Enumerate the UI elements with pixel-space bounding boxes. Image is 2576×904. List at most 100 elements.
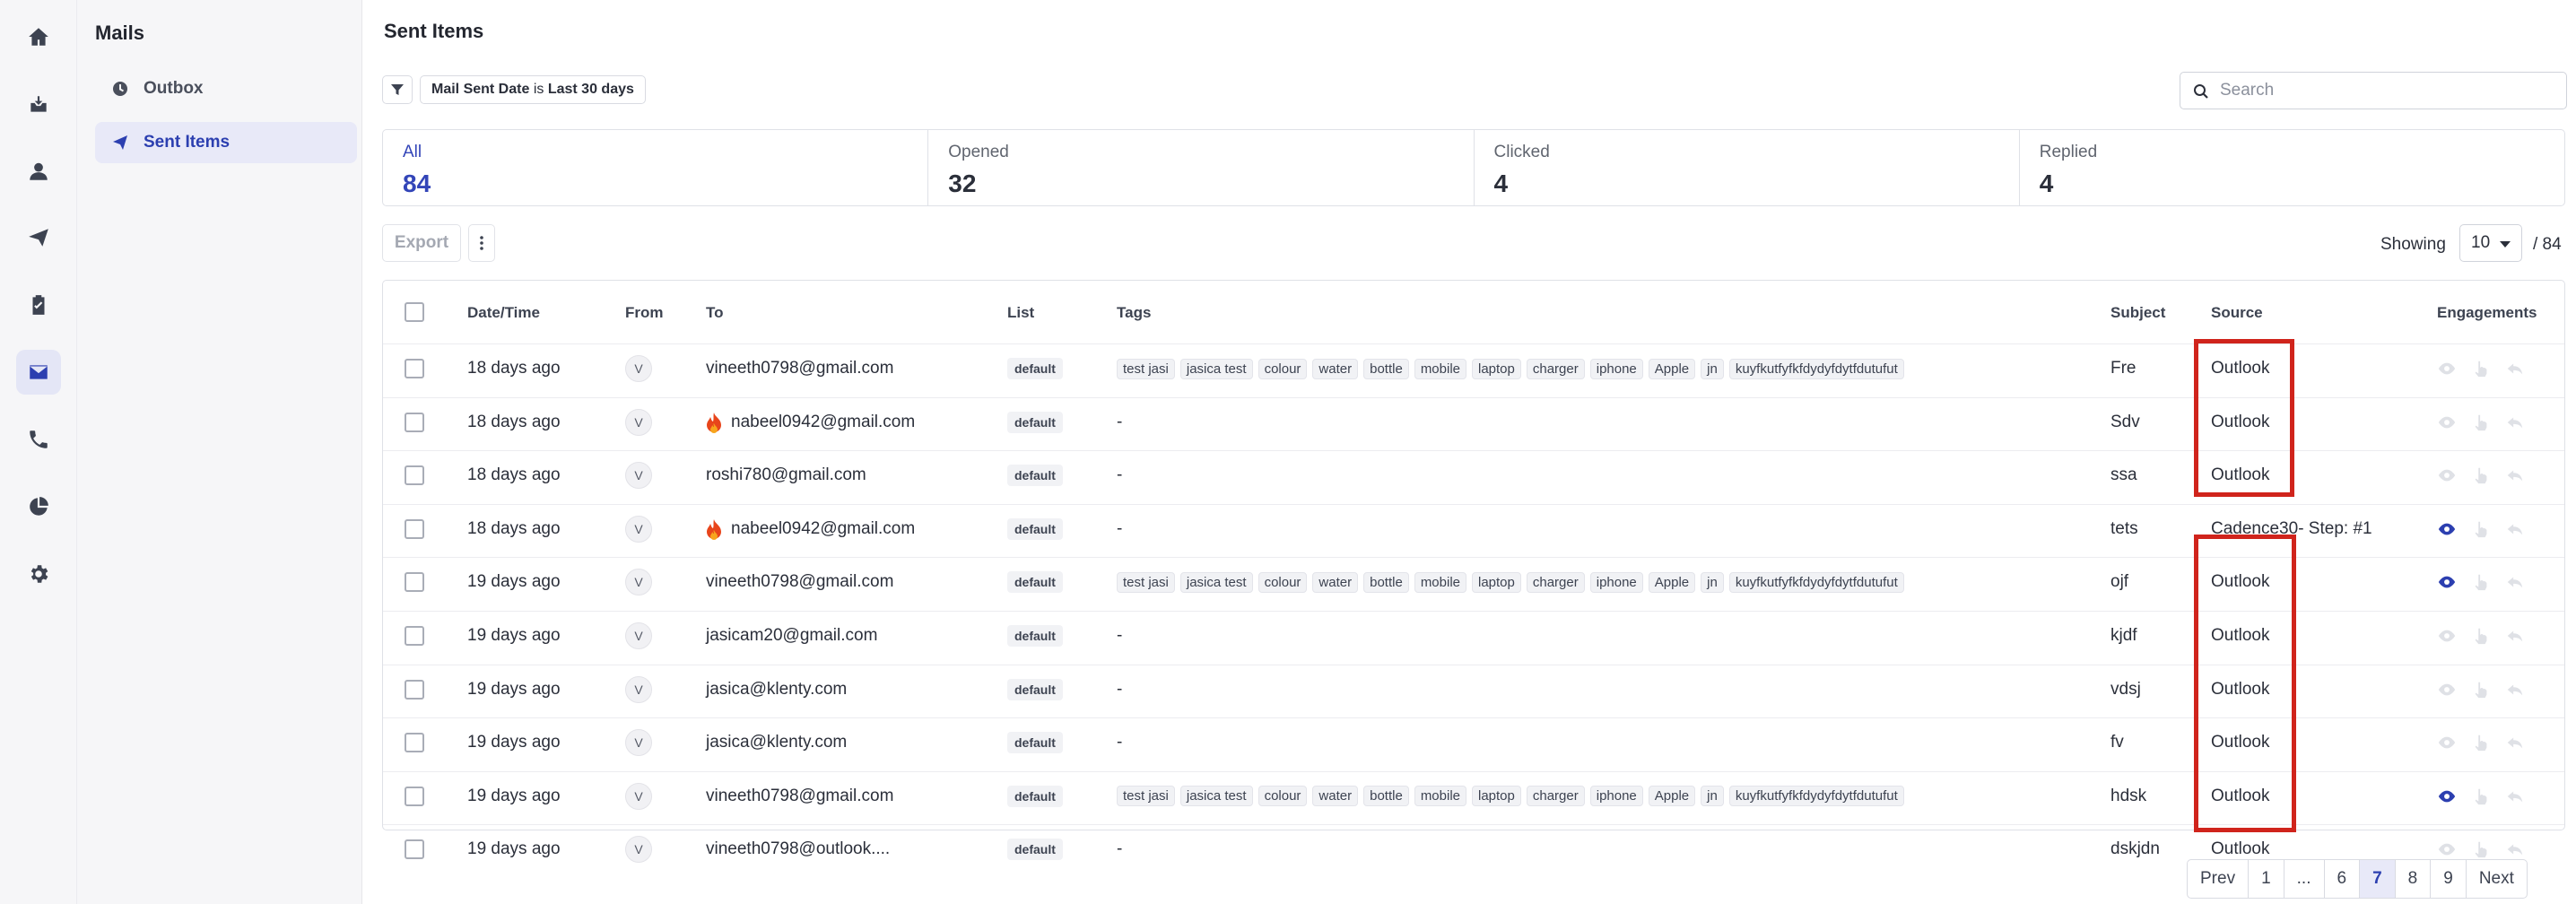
chevron-down-icon [2500, 241, 2511, 248]
row-to[interactable]: nabeel0942@gmail.com [706, 505, 915, 553]
column-header-list[interactable]: List [1007, 304, 1034, 322]
page-button[interactable]: 9 [2431, 860, 2467, 898]
row-subject[interactable]: vdsj [2110, 665, 2141, 714]
list-badge: default [1007, 571, 1063, 594]
row-engagements [2437, 344, 2539, 393]
column-header-tags[interactable]: Tags [1117, 304, 1151, 322]
stat-all[interactable]: All 84 [383, 130, 929, 205]
tag-chip: jasica test [1179, 571, 1253, 593]
tasks-icon[interactable] [16, 282, 61, 327]
row-checkbox[interactable] [405, 359, 424, 378]
avatar: V [625, 515, 652, 543]
column-header-to[interactable]: To [706, 304, 724, 322]
row-engagements [2437, 718, 2539, 767]
home-icon[interactable] [16, 14, 61, 59]
row-subject[interactable]: ssa [2110, 451, 2137, 500]
row-checkbox[interactable] [405, 733, 424, 753]
inbox-icon[interactable] [16, 83, 61, 127]
row-to[interactable]: vineeth0798@outlook.... [706, 825, 890, 874]
export-button[interactable]: Export [382, 224, 461, 262]
stat-value: 84 [403, 170, 431, 197]
page-button[interactable]: 8 [2396, 860, 2432, 898]
prev-page-button[interactable]: Prev [2188, 860, 2250, 898]
row-checkbox[interactable] [405, 839, 424, 860]
click-icon [2475, 628, 2487, 645]
tag-chip: bottle [1363, 358, 1409, 379]
tag-chip: charger [1526, 786, 1585, 807]
mail-icon[interactable] [16, 350, 61, 395]
no-tags: - [1117, 679, 1123, 699]
campaigns-icon[interactable] [16, 215, 61, 260]
row-subject[interactable]: ojf [2110, 558, 2128, 606]
column-header-datetime[interactable]: Date/Time [467, 304, 540, 322]
row-date: 18 days ago [467, 412, 561, 431]
filter-button[interactable] [382, 75, 413, 104]
row-tags: - [1117, 398, 1122, 447]
filter-value: Last 30 days [547, 82, 634, 97]
row-subject[interactable]: kjdf [2110, 612, 2137, 660]
select-all-checkbox[interactable] [405, 302, 424, 322]
row-engagements [2437, 505, 2539, 553]
tag-chip: Apple [1648, 786, 1696, 807]
tag-chip: kuyfkutfyfkfdydyfdytfdutufut [1728, 358, 1904, 379]
row-checkbox[interactable] [405, 518, 424, 539]
filter-chip[interactable]: Mail Sent Date is Last 30 days [420, 75, 646, 104]
stat-opened[interactable]: Opened 32 [928, 130, 1475, 205]
subnav-item-outbox[interactable]: Outbox [95, 68, 357, 109]
row-checkbox[interactable] [405, 572, 424, 593]
tag-chip: iphone [1589, 358, 1643, 379]
row-checkbox[interactable] [405, 626, 424, 646]
stat-label: Clicked [1493, 143, 1550, 161]
list-badge: default [1007, 465, 1063, 487]
stat-replied[interactable]: Replied 4 [2020, 130, 2564, 205]
recipient-email: vineeth0798@gmail.com [706, 786, 894, 805]
avatar: V [625, 569, 652, 596]
tag-chip: bottle [1363, 571, 1409, 593]
subnav-item-sent-items[interactable]: Sent Items [95, 122, 357, 163]
avatar: V [625, 836, 652, 864]
row-to[interactable]: jasica@klenty.com [706, 718, 847, 767]
stat-clicked[interactable]: Clicked 4 [1475, 130, 2020, 205]
column-header-engagements[interactable]: Engagements [2437, 304, 2537, 322]
reply-icon [2507, 470, 2523, 482]
row-checkbox[interactable] [405, 412, 424, 432]
row-subject[interactable]: tets [2110, 505, 2138, 553]
row-to[interactable]: jasica@klenty.com [706, 665, 847, 714]
row-date: 18 days ago [467, 518, 561, 538]
stat-label: Replied [2039, 143, 2098, 161]
column-header-subject[interactable]: Subject [2110, 304, 2165, 322]
row-subject[interactable]: Sdv [2110, 398, 2140, 447]
row-checkbox[interactable] [405, 465, 424, 486]
click-icon [2475, 361, 2487, 378]
column-header-from[interactable]: From [625, 304, 664, 322]
settings-icon[interactable] [16, 552, 61, 596]
recipient-email: vineeth0798@outlook.... [706, 839, 891, 859]
row-to[interactable]: nabeel0942@gmail.com [706, 398, 915, 447]
row-subject[interactable]: Fre [2110, 344, 2137, 393]
search-input[interactable] [2220, 81, 2543, 100]
page-button[interactable]: 7 [2360, 860, 2396, 898]
row-subject[interactable]: dskjdn [2110, 825, 2160, 874]
next-page-button[interactable]: Next [2467, 860, 2527, 898]
kebab-menu-icon [480, 236, 483, 250]
row-subject[interactable]: hdsk [2110, 772, 2146, 821]
row-to[interactable]: vineeth0798@gmail.com [706, 344, 893, 393]
row-checkbox[interactable] [405, 679, 424, 700]
row-to[interactable]: roshi780@gmail.com [706, 451, 866, 500]
row-subject[interactable]: fv [2110, 718, 2124, 767]
row-checkbox[interactable] [405, 786, 424, 806]
reports-icon[interactable] [16, 484, 61, 529]
page-size-select[interactable]: 10 [2459, 224, 2522, 262]
row-engagements [2437, 451, 2539, 500]
row-to[interactable]: vineeth0798@gmail.com [706, 772, 893, 821]
column-header-source[interactable]: Source [2211, 304, 2263, 322]
tag-chip: mobile [1414, 786, 1466, 807]
contacts-icon[interactable] [16, 149, 61, 194]
tag-chip: mobile [1414, 358, 1466, 379]
phone-icon[interactable] [16, 417, 61, 462]
row-to[interactable]: jasicam20@gmail.com [706, 612, 877, 660]
more-options-button[interactable] [468, 224, 495, 262]
page-button[interactable]: 6 [2325, 860, 2361, 898]
row-to[interactable]: vineeth0798@gmail.com [706, 558, 893, 606]
page-button[interactable]: 1 [2249, 860, 2284, 898]
